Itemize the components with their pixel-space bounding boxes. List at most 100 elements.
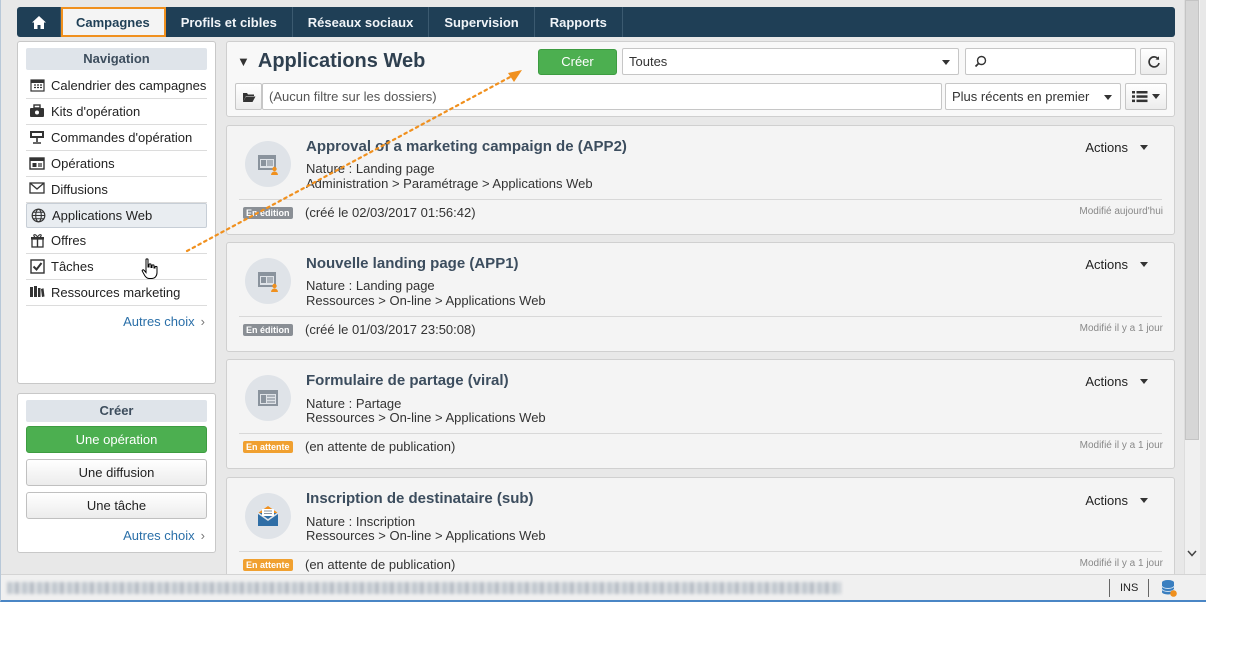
actions-label: Actions (1085, 374, 1128, 389)
list-item[interactable]: Formulaire de partage (viral) Nature : P… (226, 359, 1175, 469)
actions-dropdown[interactable]: Actions (1085, 257, 1148, 272)
create-button[interactable]: Créer (538, 49, 617, 75)
chevron-down-icon (1140, 379, 1148, 384)
page-title-text: Applications Web (257, 50, 426, 72)
item-title[interactable]: Nouvelle landing page (APP1) (306, 255, 519, 272)
tab-supervision[interactable]: Supervision (429, 7, 535, 37)
sidebar-item-ressources[interactable]: Ressources marketing (26, 280, 207, 306)
sidebar-item-kits[interactable]: Kits d'opération (26, 99, 207, 125)
navigation-header: Navigation (26, 48, 207, 70)
tab-reseaux-sociaux[interactable]: Réseaux sociaux (293, 7, 430, 37)
divider (239, 199, 1162, 200)
list-item[interactable]: Inscription de destinataire (sub) Nature… (226, 477, 1175, 582)
sort-select-value: Plus récents en premier (952, 89, 1090, 104)
gift-icon (28, 233, 46, 248)
create-diffusion-button[interactable]: Une diffusion (26, 459, 207, 486)
sidebar-item-applications-web[interactable]: Applications Web (26, 203, 207, 228)
chevron-down-icon (1140, 145, 1148, 150)
navigation-panel: Navigation Calendrier des campagnes Kits… (17, 41, 216, 384)
more-link-label: Autres choix (123, 528, 195, 543)
create-more-link[interactable]: Autres choix › (18, 528, 205, 543)
item-title[interactable]: Formulaire de partage (viral) (306, 372, 509, 389)
envelope-icon (28, 182, 46, 194)
list-header: ▼ Applications Web Créer Toutes (Aucun f… (226, 41, 1175, 117)
filter-select-value: Toutes (629, 54, 668, 69)
subscription-icon (245, 493, 291, 539)
kit-icon (28, 104, 46, 118)
hand-cursor-icon (141, 258, 158, 279)
actions-dropdown[interactable]: Actions (1085, 374, 1148, 389)
form-icon (245, 375, 291, 421)
create-task-button[interactable]: Une tâche (26, 492, 207, 519)
filter-select[interactable]: Toutes (622, 48, 959, 75)
collapse-triangle-icon[interactable]: ▼ (237, 54, 250, 69)
sidebar-item-label: Applications Web (52, 208, 153, 223)
sidebar-item-diffusions[interactable]: Diffusions (26, 177, 207, 203)
item-created: (en attente de publication) (305, 557, 456, 572)
view-options-button[interactable] (1125, 83, 1167, 110)
item-nature: Nature : Partage (306, 396, 402, 411)
sort-select[interactable]: Plus récents en premier (945, 83, 1121, 110)
sidebar-item-commandes[interactable]: Commandes d'opération (26, 125, 207, 151)
sidebar-item-operations[interactable]: Opérations (26, 151, 207, 177)
database-icon (1161, 579, 1177, 600)
calendar-icon (28, 78, 46, 92)
home-tab[interactable] (17, 7, 61, 37)
item-created: (en attente de publication) (305, 439, 456, 454)
folder-filter-button[interactable] (235, 83, 262, 110)
list-item[interactable]: Approval of a marketing campaign de (APP… (226, 125, 1175, 235)
tab-profils-cibles[interactable]: Profils et cibles (166, 7, 293, 37)
list-item[interactable]: Nouvelle landing page (APP1) Nature : La… (226, 242, 1175, 352)
item-created: (créé le 02/03/2017 01:56:42) (305, 205, 476, 220)
operations-icon (28, 156, 46, 170)
landing-page-icon (245, 258, 291, 304)
status-url (7, 582, 841, 594)
item-nature: Nature : Landing page (306, 278, 435, 293)
sidebar-item-label: Offres (51, 233, 87, 248)
scrollbar-thumb[interactable] (1185, 0, 1199, 440)
landing-page-icon (245, 141, 291, 187)
sidebar-item-label: Opérations (51, 156, 115, 171)
tab-campagnes[interactable]: Campagnes (61, 7, 166, 37)
sidebar-item-label: Ressources marketing (51, 285, 181, 300)
sidebar-item-taches[interactable]: Tâches (26, 254, 207, 280)
sidebar-item-label: Tâches (51, 259, 94, 274)
chevron-down-icon (942, 59, 950, 65)
actions-label: Actions (1085, 140, 1128, 155)
sidebar-item-label: Kits d'opération (51, 104, 141, 119)
status-badge: En édition (243, 207, 293, 219)
list-view-icon (1132, 91, 1148, 103)
create-operation-button[interactable]: Une opération (26, 426, 207, 453)
item-nature: Nature : Inscription (306, 514, 416, 529)
actions-label: Actions (1085, 257, 1128, 272)
sidebar-item-calendrier[interactable]: Calendrier des campagnes (26, 74, 207, 99)
chevron-down-icon (1187, 550, 1197, 557)
sidebar-item-label: Commandes d'opération (51, 130, 193, 145)
divider (239, 433, 1162, 434)
actions-label: Actions (1085, 493, 1128, 508)
item-title[interactable]: Approval of a marketing campaign de (APP… (306, 138, 627, 155)
folder-open-icon (242, 92, 255, 102)
page-title: ▼ Applications Web (237, 50, 425, 73)
folder-filter-field[interactable]: (Aucun filtre sur les dossiers) (262, 83, 942, 110)
divider (239, 551, 1162, 552)
item-path: Administration > Paramétrage > Applicati… (306, 176, 593, 191)
more-link-label: Autres choix (123, 314, 195, 329)
search-input[interactable] (965, 48, 1136, 75)
tab-rapports[interactable]: Rapports (535, 7, 623, 37)
item-modified: Modifié aujourd'hui (1079, 206, 1163, 217)
home-icon (31, 15, 46, 29)
sidebar-item-offres[interactable]: Offres (26, 228, 207, 254)
actions-dropdown[interactable]: Actions (1085, 140, 1148, 155)
books-icon (28, 285, 46, 298)
item-title[interactable]: Inscription de destinataire (sub) (306, 490, 534, 507)
scroll-down-button[interactable] (1184, 544, 1200, 562)
actions-dropdown[interactable]: Actions (1085, 493, 1148, 508)
top-navigation-bar: Campagnes Profils et cibles Réseaux soci… (17, 7, 1175, 37)
create-header: Créer (26, 400, 207, 422)
refresh-button[interactable] (1140, 48, 1167, 75)
chevron-right-icon: › (200, 314, 205, 329)
chevron-down-icon (1104, 94, 1112, 100)
navigation-more-link[interactable]: Autres choix › (18, 314, 205, 329)
item-modified: Modifié il y a 1 jour (1079, 558, 1163, 569)
